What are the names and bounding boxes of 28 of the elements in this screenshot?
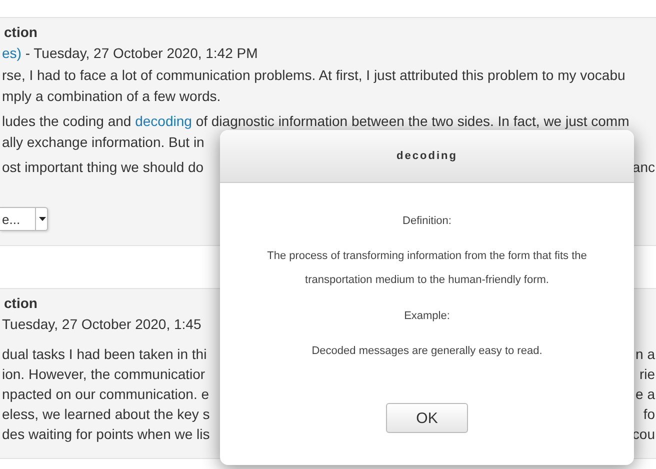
post-text-line: mply a combination of a few words.: [1, 87, 221, 106]
dialog-title: decoding: [396, 150, 458, 162]
post-text-line: rie: [639, 365, 656, 384]
post-text-line: eless, we learned about the key s: [1, 405, 210, 424]
post-text-line: e a: [636, 385, 656, 404]
post-text-line: npacted on our communication. e: [1, 385, 210, 404]
section-text: The process of transforming information from the form that fits the transportation medium to the human-friendly form.: [266, 249, 588, 288]
section-label: Definition:: [402, 214, 452, 229]
glossary-link[interactable]: decoding: [135, 113, 192, 129]
post-text-line: n a: [636, 345, 656, 364]
post-text-line: ost important thing we should do: [1, 158, 204, 177]
author-link[interactable]: es): [2, 42, 22, 64]
post-text-line: ally exchange information. But in: [1, 133, 204, 152]
post-text-line: ludes the coding and decoding of diagnostic information between the two sides. In fact, we just comm: [1, 112, 630, 131]
section-text: Decoded messages are generally easy to read.: [310, 344, 544, 359]
caret-icon: [35, 208, 47, 230]
post-date: Tuesday, 27 October 2020, 1:45: [2, 315, 202, 334]
post-title: ction: [3, 294, 38, 313]
dropdown-select[interactable]: e...: [0, 207, 48, 231]
post-text-line: fo: [643, 405, 656, 424]
ok-button[interactable]: OK: [386, 403, 468, 433]
section-label: Example:: [403, 309, 451, 324]
post-text-line: ion. However, the communicatior: [1, 365, 206, 384]
post-text-line: dual tasks I had been taken in thi: [1, 345, 207, 364]
post-text-line: des waiting for points when we lis: [1, 425, 210, 444]
post-date: - Tuesday, 27 October 2020, 1:42 PM: [24, 44, 258, 63]
post-title: ction: [3, 23, 38, 42]
post-text-line: rse, I had to face a lot of communication problems. At first, I just attributed this problem to my vocabu: [1, 66, 626, 85]
